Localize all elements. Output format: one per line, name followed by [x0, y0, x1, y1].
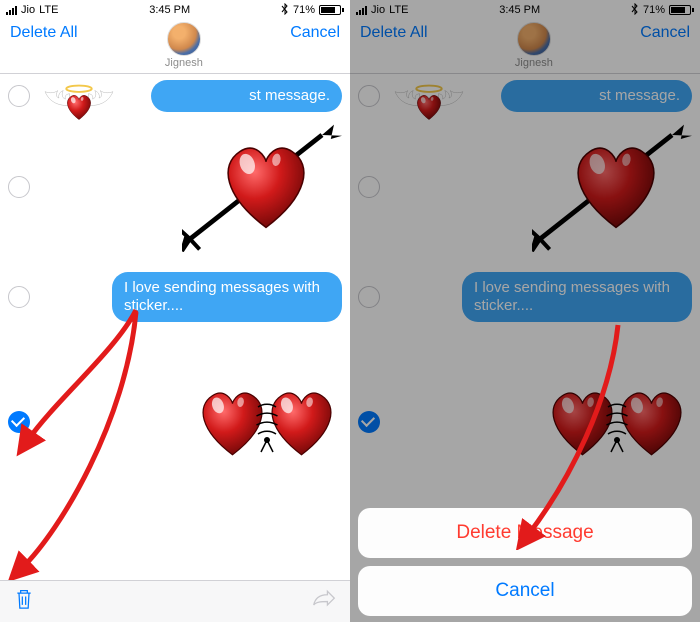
forward-icon[interactable] [312, 589, 336, 614]
network-label: LTE [389, 4, 408, 16]
clock-label: 3:45 PM [149, 4, 190, 16]
contact-avatar[interactable] [167, 22, 201, 56]
select-circle [358, 286, 380, 308]
carrier-label: Jio [371, 4, 385, 16]
select-circle [358, 85, 380, 107]
select-circle[interactable] [8, 85, 30, 107]
battery-icon [319, 5, 344, 15]
message-bubble[interactable]: I love sending messages with sticker.... [112, 272, 342, 322]
clock-label: 3:45 PM [499, 4, 540, 16]
cancel-button[interactable]: Cancel [640, 22, 690, 42]
nav-header: Delete All Jignesh Cancel [0, 20, 350, 74]
bluetooth-icon [631, 3, 639, 18]
message-row: Hi this is a test message. [8, 80, 342, 112]
select-circle[interactable] [8, 286, 30, 308]
select-circle-checked [358, 411, 380, 433]
message-text: st message. [599, 87, 680, 104]
sticker-row [8, 372, 342, 472]
message-row: I love sending messages with sticker.... [8, 272, 342, 322]
select-circle [358, 176, 380, 198]
trash-icon[interactable] [14, 587, 34, 616]
message-row: Hi this is a test message. [358, 80, 692, 112]
message-bubble[interactable]: Hi this is a test message. [151, 80, 342, 112]
delete-all-button[interactable]: Delete All [10, 22, 78, 42]
laced-hearts-sticker [388, 372, 692, 472]
phone-left: Jio LTE 3:45 PM 71% Delete All Jignesh C… [0, 0, 350, 622]
status-bar: Jio LTE 3:45 PM 71% [350, 0, 700, 20]
status-bar: Jio LTE 3:45 PM 71% [0, 0, 350, 20]
nav-header: Delete All Jignesh Cancel [350, 20, 700, 74]
message-text: I love sending messages with sticker.... [124, 279, 320, 314]
winged-heart-sticker[interactable] [44, 74, 114, 139]
select-circle-checked[interactable] [8, 411, 30, 433]
action-sheet: Delete Message Cancel [358, 508, 692, 616]
cancel-button[interactable]: Cancel [290, 22, 340, 42]
laced-hearts-sticker[interactable] [38, 372, 342, 472]
delete-message-button[interactable]: Delete Message [358, 508, 692, 558]
sticker-row [358, 372, 692, 472]
heart-arrow-sticker [388, 122, 692, 252]
sticker-row [358, 122, 692, 252]
battery-pct: 71% [293, 4, 315, 16]
battery-icon [669, 5, 694, 15]
winged-heart-sticker [394, 74, 464, 139]
heart-arrow-sticker[interactable] [38, 122, 342, 252]
phone-right: Jio LTE 3:45 PM 71% Delete All Jignesh C… [350, 0, 700, 622]
contact-name-label: Jignesh [78, 57, 291, 69]
contact-avatar[interactable] [517, 22, 551, 56]
message-bubble: I love sending messages with sticker.... [462, 272, 692, 322]
message-bubble: Hi this is a test message. [501, 80, 692, 112]
network-label: LTE [39, 4, 58, 16]
signal-icon [6, 5, 17, 15]
edit-toolbar [0, 580, 350, 622]
action-sheet-cancel-button[interactable]: Cancel [358, 566, 692, 616]
select-circle[interactable] [8, 176, 30, 198]
messages-list[interactable]: Hi this is a test message. [0, 74, 350, 580]
signal-icon [356, 5, 367, 15]
bluetooth-icon [281, 3, 289, 18]
battery-pct: 71% [643, 4, 665, 16]
contact-name-label: Jignesh [428, 57, 641, 69]
message-text: st message. [249, 87, 330, 104]
message-row: I love sending messages with sticker.... [358, 272, 692, 322]
message-text: I love sending messages with sticker.... [474, 279, 670, 314]
delete-all-button[interactable]: Delete All [360, 22, 428, 42]
sticker-row [8, 122, 342, 252]
carrier-label: Jio [21, 4, 35, 16]
